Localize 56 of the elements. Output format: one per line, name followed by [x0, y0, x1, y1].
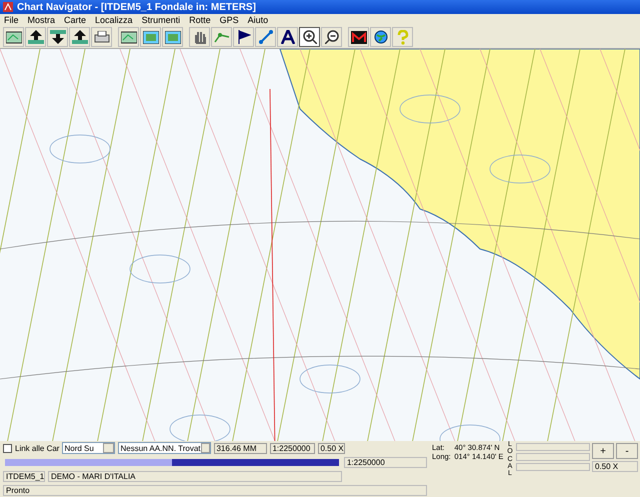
distance-field: 316.46 MM	[214, 442, 268, 454]
help-icon	[396, 30, 408, 44]
toolbar-button[interactable]	[47, 27, 68, 47]
toolbar-button[interactable]	[348, 27, 369, 47]
chart-code: ITDEM5_1	[3, 470, 45, 482]
menu-item[interactable]: GPS	[220, 15, 239, 25]
toolbar-button[interactable]	[299, 27, 320, 47]
zoom-in-icon	[302, 30, 316, 44]
down-arrow-icon	[50, 30, 66, 44]
zoom-step-button[interactable]: -	[616, 443, 638, 459]
window-title-text: Chart Navigator - [ITDEM5_1 Fondale in: METERS]	[17, 2, 256, 12]
link-label: Link alle Car	[15, 444, 60, 452]
orientation-dropdown[interactable]: Nord Su	[62, 442, 116, 454]
zoom-out-icon	[324, 30, 338, 44]
up-arrow-icon	[28, 30, 44, 44]
window-icon	[164, 30, 180, 44]
hand-icon	[192, 30, 206, 44]
menu-item[interactable]: Aiuto	[248, 15, 268, 25]
chart-icon	[120, 30, 136, 44]
toolbar-button[interactable]	[162, 27, 183, 47]
toolbar-button[interactable]	[370, 27, 391, 47]
toolbar-button[interactable]	[140, 27, 161, 47]
toolbar-button[interactable]	[321, 27, 342, 47]
menu-item[interactable]: Rotte	[189, 15, 211, 25]
zoom-field: 0.50 X	[318, 442, 346, 454]
scale-label: 1:2250000	[344, 456, 427, 468]
flag-icon	[236, 30, 250, 44]
toolbar-button[interactable]	[277, 27, 298, 47]
globe-icon	[374, 30, 388, 44]
status-message: Pronto	[3, 484, 427, 496]
printer-icon	[94, 30, 110, 44]
chart-name: DEMO - MARI D'ITALIA	[48, 470, 342, 482]
logo-icon	[350, 30, 366, 44]
scale-field: 1:2250000	[270, 442, 316, 454]
menu-item[interactable]: Strumenti	[142, 15, 180, 25]
toolbar-button[interactable]	[3, 27, 24, 47]
letter-a-icon	[280, 30, 294, 44]
toolbar-button[interactable]	[91, 27, 112, 47]
route-icon	[214, 30, 230, 44]
toolbar-button[interactable]	[25, 27, 46, 47]
zoom-readout: 0.50 X	[592, 461, 638, 472]
toolbar-button[interactable]	[118, 27, 139, 47]
menu-item[interactable]: Carte	[64, 15, 86, 25]
up-arrow-icon	[72, 30, 88, 44]
line-icon	[258, 30, 272, 44]
menu-item[interactable]: Mostra	[28, 15, 56, 25]
menu-item[interactable]: File	[4, 15, 19, 25]
aids-dropdown[interactable]: Nessun AA.NN. Trovat	[118, 442, 212, 454]
app-icon	[3, 2, 13, 12]
toolbar-button[interactable]	[69, 27, 90, 47]
zoom-step-button[interactable]: +	[592, 443, 614, 459]
menu-item[interactable]: Localizza	[95, 15, 133, 25]
toolbar-button[interactable]	[233, 27, 254, 47]
link-checkbox[interactable]	[3, 444, 12, 452]
chart-icon	[6, 30, 22, 44]
window-icon	[142, 30, 158, 44]
